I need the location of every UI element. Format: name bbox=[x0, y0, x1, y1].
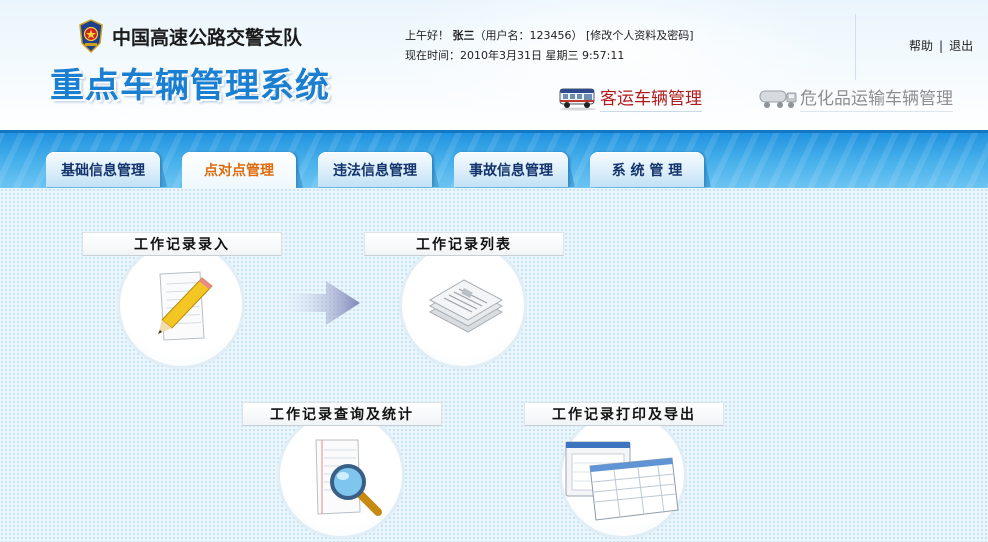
passenger-vehicle-label: 客运车辆管理 bbox=[600, 84, 702, 112]
org-name: 中国高速公路交警支队 bbox=[112, 26, 303, 49]
bus-icon bbox=[559, 88, 596, 111]
edit-profile-link[interactable]: [修改个人资料及密码] bbox=[586, 29, 694, 42]
print-export-icon bbox=[565, 441, 679, 521]
passenger-vehicle-mode-link[interactable]: 客运车辆管理 bbox=[558, 84, 702, 112]
module-record-entry[interactable]: 工作记录录入 bbox=[82, 232, 282, 372]
username-prefix: （用户名： bbox=[474, 29, 530, 42]
time-value: 2010年3月31日 星期三 9:57:11 bbox=[460, 49, 625, 62]
header-divider bbox=[855, 14, 856, 80]
logout-link[interactable]: 退出 bbox=[949, 39, 973, 53]
current-time: 现在时间：2010年3月31日 星期三 9:57:11 bbox=[405, 47, 624, 63]
header-glow bbox=[380, 0, 840, 132]
user-greeting: 上午好！ 张三（用户名：123456） [修改个人资料及密码] bbox=[405, 27, 694, 43]
right-arrow-icon bbox=[288, 281, 360, 325]
module-record-query-stats[interactable]: 工作记录查询及统计 bbox=[242, 402, 442, 542]
module-title: 工作记录录入 bbox=[82, 232, 282, 256]
magnifier-document-icon bbox=[315, 439, 382, 516]
document-stack-icon bbox=[428, 279, 504, 333]
link-separator: | bbox=[939, 39, 944, 53]
hazmat-vehicle-mode-link[interactable]: 危化品运输车辆管理 bbox=[758, 84, 953, 112]
help-link[interactable]: 帮助 bbox=[909, 39, 933, 53]
tab-violations[interactable]: 违法信息管理 bbox=[318, 152, 439, 187]
tanker-truck-icon bbox=[759, 90, 797, 108]
module-title: 工作记录打印及导出 bbox=[524, 402, 724, 426]
module-title: 工作记录列表 bbox=[364, 232, 564, 256]
police-badge-icon bbox=[79, 19, 103, 53]
tab-basic-info[interactable]: 基础信息管理 bbox=[46, 152, 167, 187]
tab-point-to-point[interactable]: 点对点管理 bbox=[182, 152, 303, 188]
system-title: 重点车辆管理系统 bbox=[50, 66, 330, 106]
tab-system[interactable]: 系 统 管 理 bbox=[590, 152, 711, 187]
time-label: 现在时间： bbox=[405, 49, 460, 62]
username-value: 123456 bbox=[529, 29, 572, 42]
module-title: 工作记录查询及统计 bbox=[242, 402, 442, 426]
org-logo-row: 中国高速公路交警支队 bbox=[78, 16, 302, 56]
pencil-paper-icon bbox=[158, 271, 213, 341]
username-suffix: ） bbox=[571, 29, 583, 42]
module-record-print-export[interactable]: 工作记录打印及导出 bbox=[524, 402, 724, 542]
tab-accidents[interactable]: 事故信息管理 bbox=[454, 152, 575, 187]
module-record-list[interactable]: 工作记录列表 bbox=[364, 232, 564, 372]
help-links: 帮助 | 退出 bbox=[909, 37, 973, 54]
hazmat-vehicle-label: 危化品运输车辆管理 bbox=[800, 84, 953, 112]
user-display-name: 张三 bbox=[452, 29, 475, 42]
greeting-text: 上午好！ bbox=[405, 29, 449, 42]
header: 中国高速公路交警支队 重点车辆管理系统 上午好！ 张三（用户名：123456） … bbox=[0, 0, 988, 132]
